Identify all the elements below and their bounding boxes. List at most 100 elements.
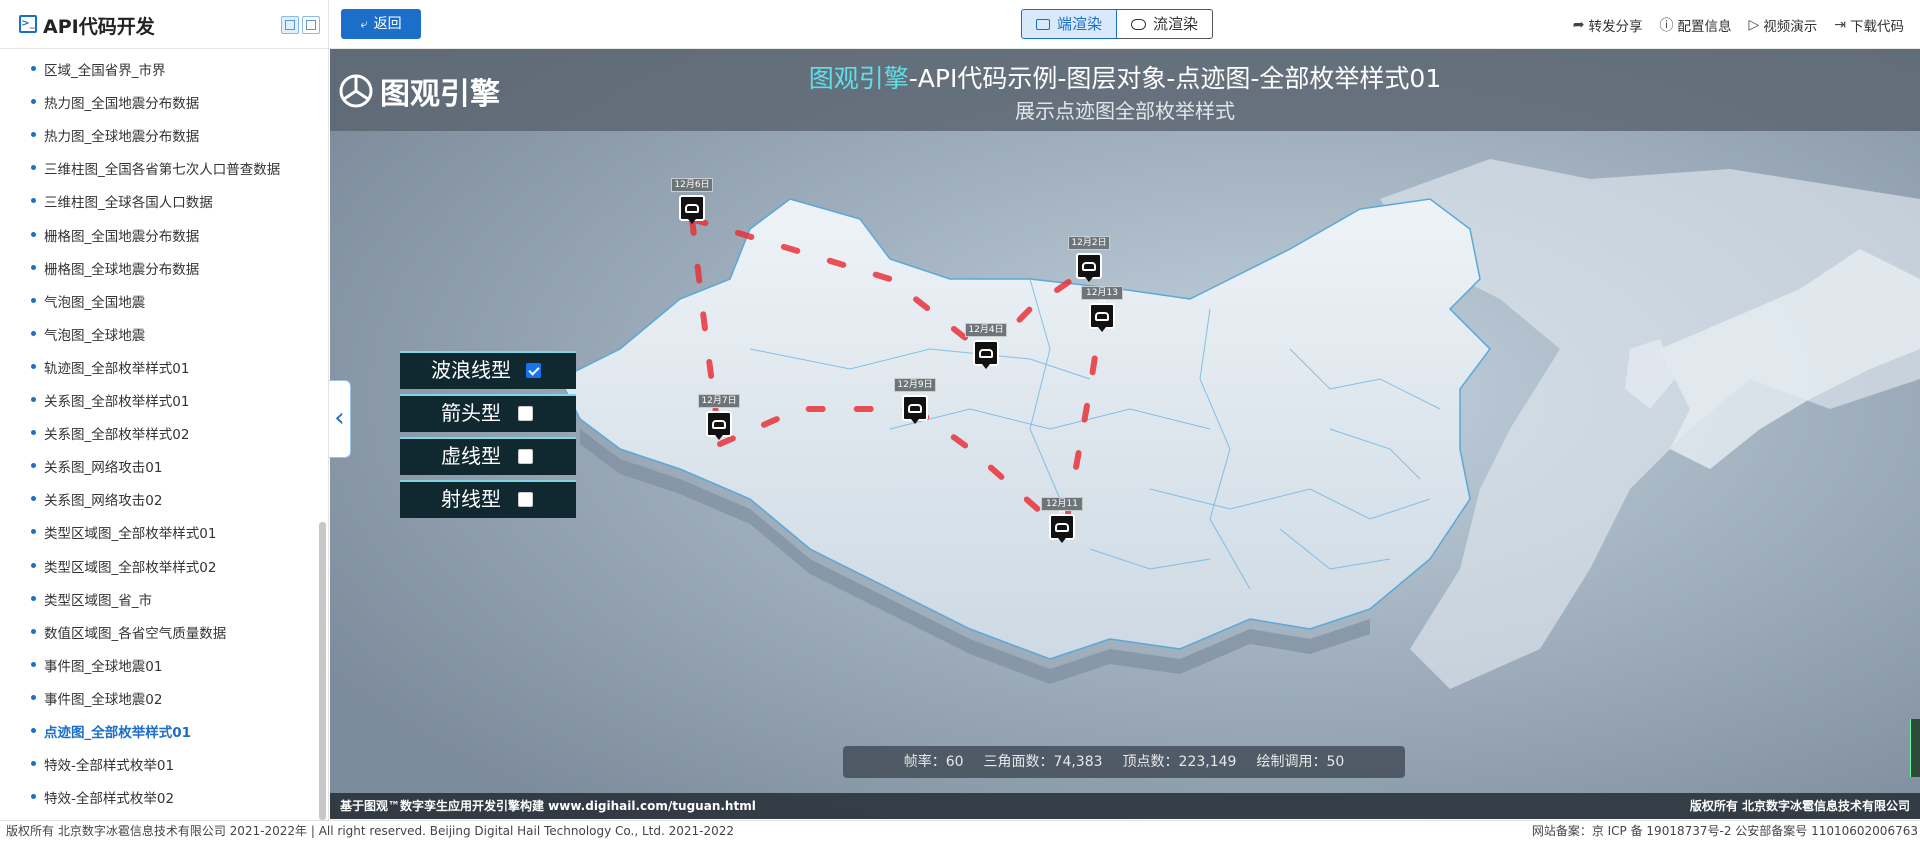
style-option-arrow[interactable]: 箭头型	[400, 394, 576, 432]
sidebar-item[interactable]: 三维柱图_全国各省第七次人口普查数据	[0, 151, 318, 184]
sidebar-item[interactable]: 点迹图_全部枚举样式01	[0, 714, 318, 747]
map-title: 图观引擎-API代码示例-图层对象-点迹图-全部枚举样式01	[330, 59, 1920, 95]
sidebar-item-label: 关系图_全部枚举样式01	[44, 394, 190, 410]
bullet-icon	[31, 397, 36, 402]
download-button[interactable]: ⇥ 下载代码	[1834, 15, 1904, 35]
config-label: 配置信息	[1677, 19, 1732, 35]
share-button[interactable]: ➦ 转发分享	[1573, 15, 1643, 35]
bullet-icon	[31, 198, 36, 204]
bullet-icon	[31, 761, 36, 767]
sidebar-item[interactable]: 栅格图_全国地震分布数据	[0, 218, 318, 251]
bullet-icon	[31, 562, 36, 568]
fps-stat: 帧率：60	[903, 754, 964, 770]
sidebar-title: API代码开发	[43, 16, 155, 38]
sidebar-item[interactable]: 三维柱图_全球各国人口数据	[0, 184, 318, 217]
client-render-button[interactable]: 端渲染	[1021, 9, 1118, 39]
sidebar-item[interactable]: 关系图_全部枚举样式02	[0, 416, 318, 449]
track-marker[interactable]: 12月13日	[1081, 286, 1123, 332]
sidebar: >_ API代码开发 区域_全国省界_市界热力图_全国地震分布数据热力图_全球地…	[0, 0, 329, 820]
style-option-wave[interactable]: 波浪线型	[400, 351, 576, 389]
config-button[interactable]: ⓘ 配置信息	[1659, 15, 1731, 35]
sidebar-item[interactable]: 热力图_全国地震分布数据	[0, 85, 318, 118]
sidebar-item-label: 特效-全部样式枚举02	[44, 791, 175, 808]
bullet-icon	[31, 363, 36, 369]
map-title-highlight: 图观引擎	[808, 64, 909, 93]
sidebar-item[interactable]: 数值区域图_各省空气质量数据	[0, 615, 318, 648]
vertices-stat: 顶点数：223,149	[1122, 754, 1237, 770]
share-label: 转发分享	[1588, 19, 1643, 35]
style-checkbox[interactable]	[518, 406, 533, 421]
cloud-icon	[1131, 18, 1147, 30]
back-button[interactable]: ⤶ 返回	[341, 9, 421, 39]
map-header: 图观引擎 图观引擎-API代码示例-图层对象-点迹图-全部枚举样式01 展示点迹…	[330, 49, 1920, 131]
marker-date: 12月2日	[1068, 236, 1110, 250]
sidebar-scrollbar[interactable]	[319, 522, 326, 820]
render-stats: 帧率：60 三角面数：74,383 顶点数：223,149 绘制调用：50	[843, 746, 1405, 778]
bullet-icon	[31, 264, 36, 270]
track-marker[interactable]: 12月9日	[894, 378, 936, 424]
style-option-ray[interactable]: 射线型	[400, 480, 576, 518]
sidebar-item[interactable]: 关系图_网络攻击01	[0, 449, 318, 482]
sidebar-item-label: 点迹图_全部枚举样式01	[44, 725, 192, 741]
sidebar-item[interactable]: 关系图_全部枚举样式01	[0, 383, 318, 416]
list-view-icon[interactable]	[281, 16, 299, 34]
marker-date: 12月6日	[671, 178, 713, 192]
car-icon	[1076, 253, 1102, 279]
sidebar-item[interactable]: 事件图_全球地震01	[0, 648, 318, 681]
sidebar-item-label: 类型区域图_全部枚举样式01	[44, 526, 217, 543]
sidebar-item-label: 栅格图_全国地震分布数据	[44, 228, 200, 245]
sidebar-item[interactable]: 关系图_网络攻击02	[0, 482, 318, 515]
sidebar-item[interactable]: 气泡图_全球地震	[0, 317, 318, 350]
info-icon: ⓘ	[1659, 18, 1674, 34]
image-view-icon[interactable]	[302, 16, 320, 34]
sidebar-item-label: 事件图_全球地震01	[44, 658, 163, 675]
sidebar-list: 区域_全国省界_市界热力图_全国地震分布数据热力图_全球地震分布数据 三维柱图_全…	[0, 49, 318, 820]
sidebar-item-label: 关系图_全部枚举样式02	[44, 427, 190, 444]
sidebar-item[interactable]: 类型区域图_全部枚举样式02	[0, 549, 318, 582]
sidebar-item[interactable]: 热力图_全球地震分布数据	[0, 118, 318, 151]
style-checkbox[interactable]	[518, 492, 533, 507]
bullet-icon	[31, 165, 36, 171]
track-marker[interactable]: 12月2日	[1068, 236, 1110, 282]
sidebar-item[interactable]: 气泡图_全国地震	[0, 284, 318, 317]
style-option-label: 波浪线型	[431, 358, 511, 382]
car-icon	[1049, 514, 1075, 540]
collapse-sidebar-button[interactable]: ‹	[329, 380, 351, 458]
sidebar-item[interactable]: 区域_全国省界_市界	[0, 52, 318, 85]
sidebar-item[interactable]: 轨迹图_全部枚举样式01	[0, 350, 318, 383]
sidebar-item-label: 区域_全国省界_市界	[44, 63, 166, 79]
style-checkbox[interactable]	[518, 449, 533, 464]
sidebar-item[interactable]: 类型区域图_省_市	[0, 582, 318, 615]
map-subtitle: 展示点迹图全部枚举样式	[1015, 99, 1235, 123]
sidebar-item[interactable]: 事件图_全球地震02	[0, 681, 318, 714]
style-option-label: 射线型	[441, 487, 501, 511]
car-icon	[902, 395, 928, 421]
style-option-dashed[interactable]: 虚线型	[400, 437, 576, 475]
side-indicator	[1910, 719, 1920, 777]
bullet-icon	[31, 132, 36, 138]
bullet-icon	[31, 463, 36, 469]
map-viewport[interactable]: 12月6日 12月2日 12月13日 12月4日 12月9日 12月7日 12月…	[330, 49, 1920, 819]
video-label: 视频演示	[1763, 19, 1818, 35]
sidebar-item[interactable]: 类型区域图_全部枚举样式01	[0, 515, 318, 548]
track-marker[interactable]: 12月6日	[671, 178, 713, 224]
track-marker[interactable]: 12月7日	[698, 394, 740, 440]
top-toolbar: ⤶ 返回 端渲染 流渲染 ➦ 转发分享 ⓘ 配置信息 ▷ 视频演示 ⇥ 下载代码	[329, 0, 1920, 49]
back-label: 返回	[373, 16, 402, 32]
track-marker[interactable]: 12月11日	[1041, 497, 1083, 543]
track-marker[interactable]: 12月4日	[965, 323, 1007, 369]
style-checkbox[interactable]	[526, 363, 541, 378]
sidebar-item[interactable]: 特效-全部样式枚举02	[0, 780, 318, 813]
map-footer-right: 版权所有 北京数字冰雹信息技术有限公司	[1689, 799, 1910, 813]
bullet-icon	[31, 595, 36, 601]
back-arrow-icon: ⤶	[360, 17, 368, 32]
client-render-label: 端渲染	[1057, 15, 1103, 33]
sidebar-item[interactable]: 特效-全部样式枚举01	[0, 747, 318, 780]
download-icon: ⇥	[1834, 17, 1846, 33]
sidebar-item-label: 热力图_全国地震分布数据	[44, 96, 200, 113]
sidebar-item[interactable]: 栅格图_全球地震分布数据	[0, 251, 318, 284]
drawcalls-stat: 绘制调用：50	[1256, 754, 1345, 770]
terminal-icon: >_	[19, 15, 37, 33]
stream-render-button[interactable]: 流渲染	[1117, 9, 1214, 39]
video-button[interactable]: ▷ 视频演示	[1748, 15, 1817, 35]
